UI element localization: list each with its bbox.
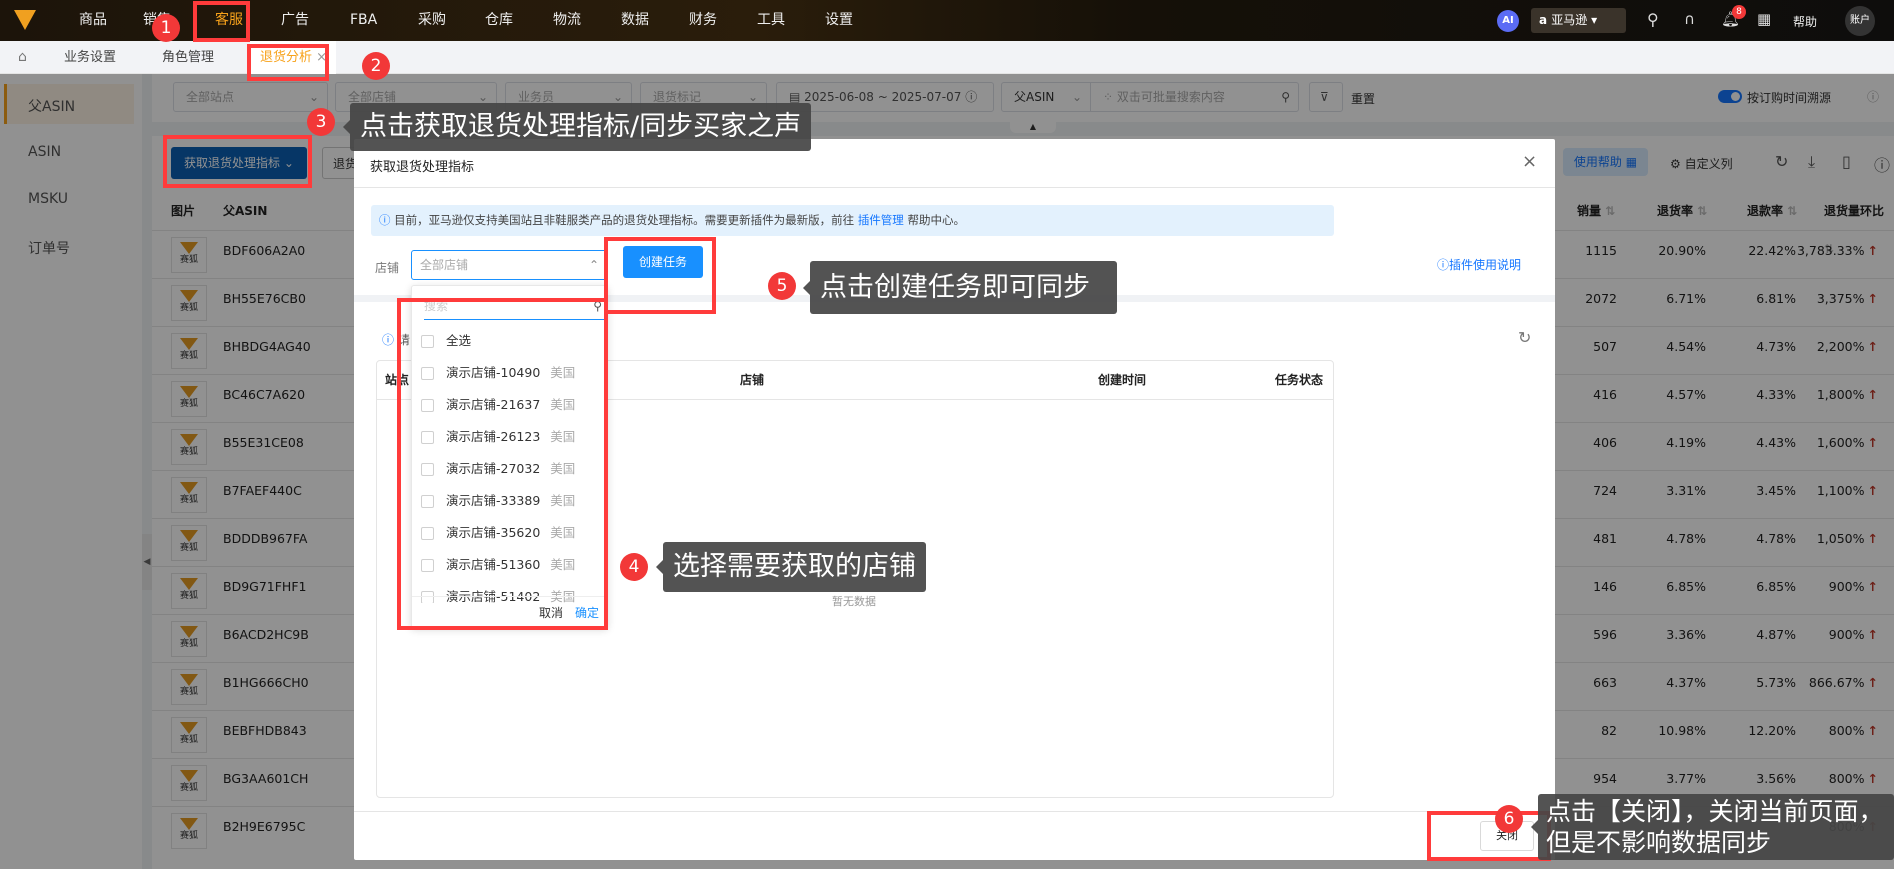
logo-icon[interactable] bbox=[14, 10, 36, 30]
annotation-step-4: 4 bbox=[620, 553, 648, 581]
nav-item[interactable]: 广告 bbox=[281, 0, 309, 41]
column-header-shop: 店铺 bbox=[740, 373, 765, 387]
annotation-box-1 bbox=[193, 1, 250, 42]
home-icon[interactable]: ⌂ bbox=[18, 41, 27, 74]
nav-item[interactable]: 数据 bbox=[621, 0, 649, 41]
account-avatar[interactable]: 账户 bbox=[1845, 6, 1875, 36]
amazon-icon: a bbox=[1539, 13, 1552, 27]
annotation-step-6: 6 bbox=[1495, 805, 1523, 833]
annotation-step-2: 2 bbox=[362, 52, 390, 80]
headset-icon[interactable]: ∩ bbox=[1684, 10, 1695, 28]
dialog-title: 获取退货处理指标 bbox=[370, 160, 475, 175]
annotation-step-1: 1 bbox=[152, 14, 180, 42]
annotation-step-3: 3 bbox=[307, 108, 335, 136]
annotation-box-2 bbox=[247, 44, 329, 81]
annotation-box-6 bbox=[1427, 811, 1551, 861]
nav-item[interactable]: 采购 bbox=[418, 0, 446, 41]
close-icon[interactable]: × bbox=[1522, 151, 1537, 172]
annotation-tooltip-6: 点击【关闭】，关闭当前页面，但是不影响数据同步 bbox=[1531, 794, 1894, 860]
shop-label: 店铺 bbox=[375, 261, 400, 275]
caret-down-icon: ▾ bbox=[1587, 13, 1598, 27]
info-icon: ⓘ bbox=[1437, 258, 1450, 272]
plugin-guide-link[interactable]: ⓘ插件使用说明 bbox=[1437, 256, 1521, 273]
refresh-icon[interactable]: ↻ bbox=[1518, 328, 1531, 347]
divider bbox=[354, 187, 1555, 188]
column-header-created: 创建时间 bbox=[1098, 373, 1147, 387]
annotation-tooltip-5: 点击创建任务即可同步 bbox=[803, 261, 1117, 314]
apps-grid-icon[interactable]: ▦ bbox=[1757, 10, 1771, 28]
annotation-box-3 bbox=[163, 135, 312, 188]
nav-item[interactable]: 商品 bbox=[79, 0, 107, 41]
annotation-step-5: 5 bbox=[768, 272, 796, 300]
tab-business-settings[interactable]: 业务设置 bbox=[64, 41, 116, 74]
help-link[interactable]: 帮助 bbox=[1793, 13, 1817, 30]
annotation-box-4 bbox=[397, 298, 608, 630]
nav-item[interactable]: 物流 bbox=[553, 0, 581, 41]
tab-role-management[interactable]: 角色管理 bbox=[162, 41, 214, 74]
nav-item[interactable]: 财务 bbox=[689, 0, 717, 41]
info-icon: ⓘ bbox=[379, 213, 395, 227]
platform-select[interactable]: a 亚马逊 ▾ bbox=[1531, 8, 1626, 33]
annotation-tooltip-3: 点击获取退货处理指标/同步买家之声 bbox=[342, 103, 812, 151]
column-header-status: 任务状态 bbox=[1275, 373, 1324, 387]
shop-multiselect[interactable]: 全部店铺 ⌃ bbox=[411, 250, 608, 280]
annotation-tooltip-4: 选择需要获取的店铺 bbox=[656, 542, 926, 592]
chevron-up-icon: ⌃ bbox=[588, 258, 599, 272]
notice-bar: ⓘ 目前，亚马逊仅支持美国站且非鞋服类产品的退货处理指标。需要更新插件为最新版，… bbox=[371, 205, 1334, 236]
empty-state: 暂无数据 bbox=[832, 595, 876, 608]
nav-item[interactable]: FBA bbox=[350, 0, 377, 41]
nav-item[interactable]: 设置 bbox=[825, 0, 853, 41]
notification-badge: 8 bbox=[1732, 5, 1746, 19]
top-nav: 商品销售客服广告FBA采购仓库物流数据财务工具设置 AI a 亚马逊 ▾ ⚲ ∩… bbox=[0, 0, 1894, 41]
nav-item[interactable]: 仓库 bbox=[485, 0, 513, 41]
plugin-management-link[interactable]: 插件管理 bbox=[858, 213, 904, 227]
footer-divider bbox=[354, 811, 1555, 812]
annotation-box-5 bbox=[604, 237, 716, 314]
platform-label: 亚马逊 bbox=[1551, 13, 1588, 27]
nav-item[interactable]: 工具 bbox=[757, 0, 785, 41]
search-icon[interactable]: ⚲ bbox=[1647, 10, 1659, 29]
ai-button[interactable]: AI bbox=[1497, 10, 1519, 32]
